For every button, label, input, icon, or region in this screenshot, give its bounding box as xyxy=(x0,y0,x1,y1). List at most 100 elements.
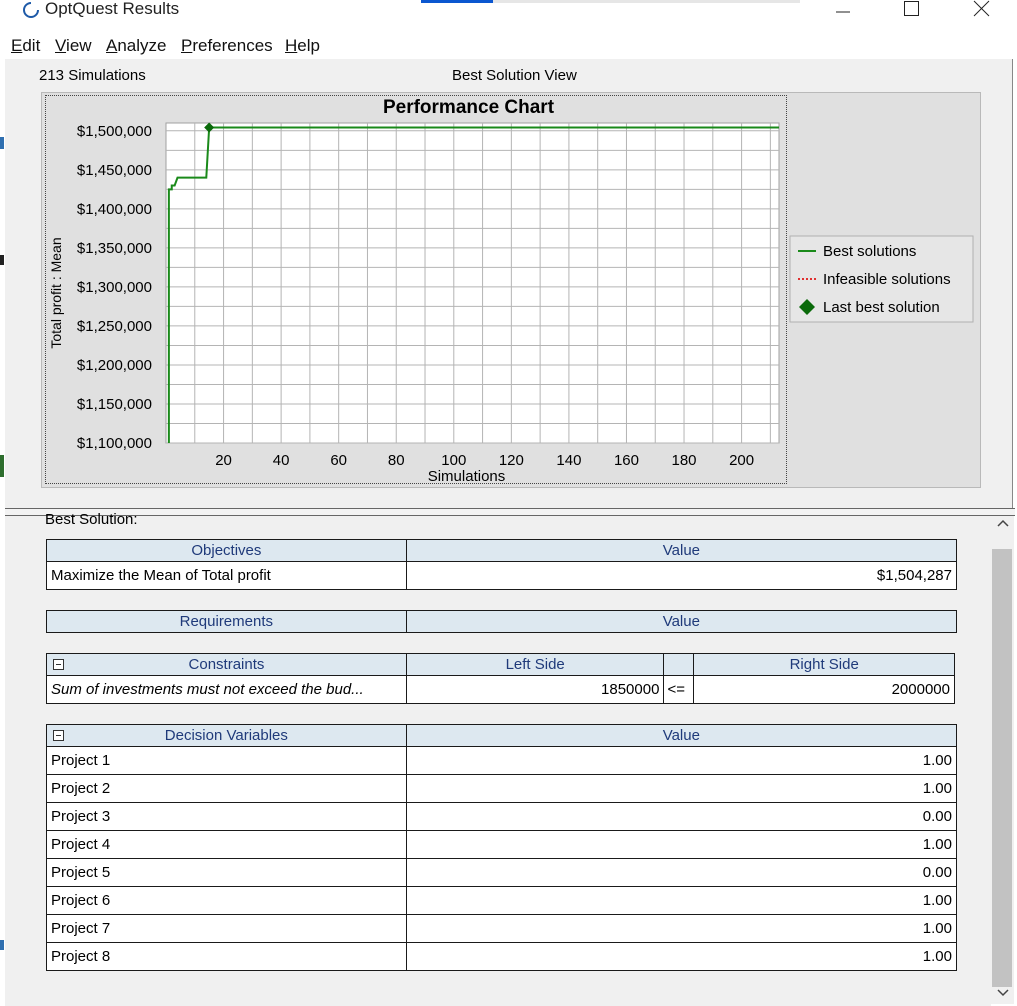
objective-name: Maximize the Mean of Total profit xyxy=(46,561,407,590)
table-row[interactable]: Project 7 1.00 xyxy=(46,914,958,943)
panel-splitter[interactable] xyxy=(5,508,1015,516)
requirements-value-header: Value xyxy=(405,610,958,633)
table-row[interactable]: Project 8 1.00 xyxy=(46,942,958,971)
x-tick-label: 160 xyxy=(614,452,639,469)
x-tick-label: 120 xyxy=(499,452,524,469)
objectives-value-header: Value xyxy=(405,539,958,562)
constraints-table: Constraints Left Side Right Side Sum of … xyxy=(46,653,955,704)
requirements-table: Requirements Value xyxy=(46,610,958,633)
decision-variables-header: Decision Variables xyxy=(164,727,288,744)
variable-name: Project 3 xyxy=(46,802,407,831)
table-row[interactable]: Project 4 1.00 xyxy=(46,830,958,859)
objectives-table: Objectives Value Maximize the Mean of To… xyxy=(46,539,958,590)
right-side-header: Right Side xyxy=(693,653,955,676)
x-tick-label: 40 xyxy=(273,452,290,469)
background-window-edge xyxy=(0,137,4,149)
minimize-button[interactable] xyxy=(820,0,866,22)
variable-value: 1.00 xyxy=(405,886,958,915)
constraint-name: Sum of investments must not exceed the b… xyxy=(46,675,407,704)
table-row[interactable]: Project 2 1.00 xyxy=(46,774,958,803)
variable-value: 0.00 xyxy=(405,858,958,887)
chart-canvas: Performance Chart 20 40 60 80 100 120 140 160 180… xyxy=(48,97,974,485)
table-row[interactable]: Sum of investments must not exceed the b… xyxy=(46,675,955,704)
decision-variables-header-cell: Decision Variables xyxy=(46,724,407,747)
table-row[interactable]: Maximize the Mean of Total profit $1,504… xyxy=(46,561,958,590)
chart-panel: 213 Simulations Best Solution View Perfo… xyxy=(5,59,1013,509)
title-progress-accent xyxy=(421,0,493,3)
variable-value: 1.00 xyxy=(405,830,958,859)
y-tick-label: $1,200,000 xyxy=(77,357,152,374)
menu-bar: Edit View Analyze Preferences Help xyxy=(0,33,1017,59)
decision-variables-table: Decision Variables Value Project 1 1.00 P… xyxy=(46,724,958,971)
legend-label: Infeasible solutions xyxy=(823,271,951,288)
scrollbar-thumb[interactable] xyxy=(992,549,1012,987)
x-tick-label: 180 xyxy=(672,452,697,469)
y-tick-label: $1,150,000 xyxy=(77,396,152,413)
table-row[interactable]: Project 6 1.00 xyxy=(46,886,958,915)
x-tick-label: 80 xyxy=(388,452,405,469)
background-window-edge xyxy=(0,940,4,950)
vertical-scrollbar[interactable] xyxy=(991,516,1014,1004)
collapse-constraints-button[interactable] xyxy=(53,659,64,670)
menu-help[interactable]: Help xyxy=(285,36,320,56)
best-solution-label: Best Solution: xyxy=(45,511,138,528)
decision-variables-value-header: Value xyxy=(405,724,958,747)
scroll-down-arrow-icon[interactable] xyxy=(995,986,1011,1000)
y-tick-label: $1,250,000 xyxy=(77,318,152,335)
collapse-decision-variables-button[interactable] xyxy=(53,730,64,741)
y-tick-label: $1,350,000 xyxy=(77,240,152,257)
background-window-edge xyxy=(0,455,4,477)
variable-name: Project 2 xyxy=(46,774,407,803)
table-row[interactable]: Project 3 0.00 xyxy=(46,802,958,831)
y-tick-label: $1,300,000 xyxy=(77,279,152,296)
menu-edit[interactable]: Edit xyxy=(11,36,40,56)
variable-value: 1.00 xyxy=(405,746,958,775)
y-tick-label: $1,450,000 xyxy=(77,162,152,179)
performance-chart: Performance Chart 20 40 60 80 100 120 140 160 180… xyxy=(41,92,981,488)
menu-preferences[interactable]: Preferences xyxy=(181,36,273,56)
x-tick-label: 20 xyxy=(215,452,232,469)
background-window-edge xyxy=(0,255,4,265)
constraints-header-cell: Constraints xyxy=(46,653,407,676)
objective-value: $1,504,287 xyxy=(405,561,958,590)
simulation-count: 213 Simulations xyxy=(39,67,146,84)
objectives-header: Objectives xyxy=(46,539,407,562)
y-tick-label: $1,100,000 xyxy=(77,435,152,452)
variable-name: Project 6 xyxy=(46,886,407,915)
y-tick-label: $1,500,000 xyxy=(77,123,152,140)
close-button[interactable] xyxy=(958,0,1004,22)
title-progress-track xyxy=(493,0,800,3)
maximize-button[interactable] xyxy=(888,0,934,22)
scroll-up-arrow-icon[interactable] xyxy=(995,516,1011,530)
legend-label: Best solutions xyxy=(823,243,916,260)
optquest-app-icon xyxy=(23,1,40,18)
requirements-header: Requirements xyxy=(46,610,407,633)
window-title: OptQuest Results xyxy=(45,0,180,18)
x-tick-label: 100 xyxy=(441,452,466,469)
operator-header xyxy=(663,653,695,676)
variable-value: 0.00 xyxy=(405,802,958,831)
menu-analyze[interactable]: Analyze xyxy=(106,36,166,56)
variable-value: 1.00 xyxy=(405,914,958,943)
left-side-header: Left Side xyxy=(405,653,665,676)
constraint-operator: <= xyxy=(663,675,695,704)
view-title: Best Solution View xyxy=(452,67,577,84)
x-tick-label: 140 xyxy=(556,452,581,469)
variable-name: Project 1 xyxy=(46,746,407,775)
variable-name: Project 8 xyxy=(46,942,407,971)
legend-label: Last best solution xyxy=(823,299,940,316)
menu-view[interactable]: View xyxy=(55,36,92,56)
best-solution-panel: Best Solution: Objectives Value Maximize… xyxy=(5,511,991,1006)
y-tick-label: $1,400,000 xyxy=(77,201,152,218)
variable-value: 1.00 xyxy=(405,942,958,971)
variable-value: 1.00 xyxy=(405,774,958,803)
table-row[interactable]: Project 1 1.00 xyxy=(46,746,958,775)
x-tick-label: 200 xyxy=(729,452,754,469)
chart-title: Performance Chart xyxy=(383,97,555,118)
constraint-left-value: 1850000 xyxy=(405,675,665,704)
x-axis-label: Simulations xyxy=(428,468,506,485)
constraints-header: Constraints xyxy=(188,656,265,673)
table-row[interactable]: Project 5 0.00 xyxy=(46,858,958,887)
variable-name: Project 7 xyxy=(46,914,407,943)
constraint-right-value: 2000000 xyxy=(693,675,955,704)
